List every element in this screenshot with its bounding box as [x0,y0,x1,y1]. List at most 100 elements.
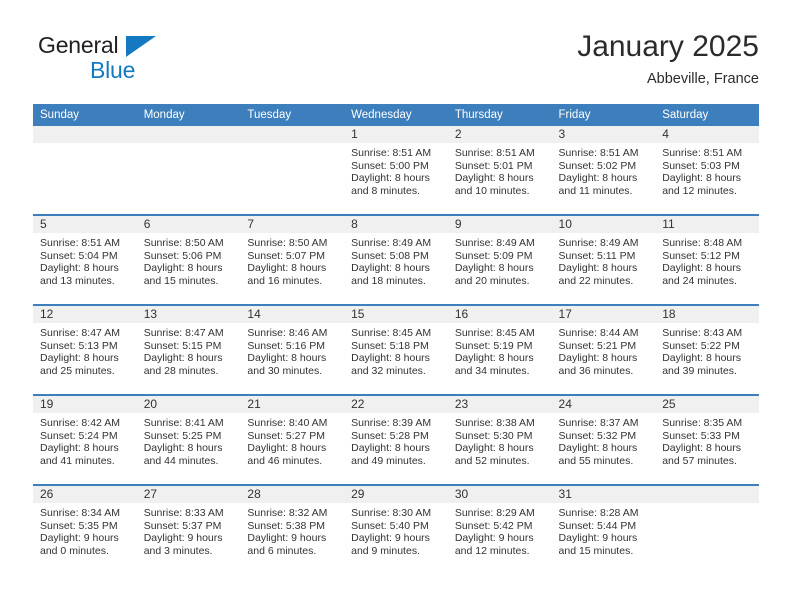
day-detail-line: and 32 minutes. [351,364,426,377]
day-cell-23: 23 Sunrise: 8:38 AM Sunset: 5:30 PM Dayligh… [447,396,552,484]
day-detail-line: Daylight: 9 hours [40,532,119,545]
day-detail-line: Sunset: 5:02 PM [558,159,637,172]
calendar-day-cell: 15 Sunrise: 8:45 AM Sunset: 5:18 PM Dayligh… [344,304,448,395]
day-detail-line: Sunset: 5:13 PM [40,339,118,352]
day-detail-line: Sunrise: 8:42 AM [40,417,120,429]
day-detail-line: and 46 minutes. [247,454,323,467]
day-details: Sunrise: 8:40 AM Sunset: 5:27 PM Daylight:… [240,413,344,467]
day-detail-line: Daylight: 8 hours [662,352,742,365]
day-detail-line: Sunset: 5:44 PM [558,519,637,532]
day-cell-15: 15 Sunrise: 8:45 AM Sunset: 5:18 PM Dayligh… [344,306,448,394]
calendar-day-cell: 11 Sunrise: 8:48 AM Sunset: 5:12 PM Dayligh… [655,214,759,305]
day-cell-7: 7 Sunrise: 8:50 AM Sunset: 5:07 PM Daylight… [240,216,345,304]
calendar-day-cell: 4 Sunrise: 8:51 AM Sunset: 5:03 PM Daylight… [655,126,759,215]
day-detail-line: Sunset: 5:01 PM [454,159,533,172]
calendar-day-cell: 6 Sunrise: 8:50 AM Sunset: 5:06 PM Daylight… [136,214,241,305]
day-cell-30: 30 Sunrise: 8:29 AM Sunset: 5:42 PM Dayligh… [447,486,552,574]
day-details: Sunrise: 8:33 AM Sunset: 5:37 PM Daylight:… [137,503,241,557]
day-detail-line: Daylight: 8 hours [558,352,638,365]
day-detail-line: Sunset: 5:42 PM [454,519,533,532]
day-detail-line: Sunset: 5:27 PM [247,429,326,442]
day-detail-line: Sunset: 5:19 PM [454,339,533,352]
day-number: 14 [240,306,345,323]
day-detail-line: Sunrise: 8:40 AM [247,417,328,429]
day-details: Sunrise: 8:42 AM Sunset: 5:24 PM Daylight:… [33,413,137,467]
day-details: Sunrise: 8:29 AM Sunset: 5:42 PM Daylight:… [448,503,552,557]
weekday-header-thursday: Thursday [447,104,552,126]
day-detail-line: Sunrise: 8:50 AM [143,237,224,249]
calendar-week-row: 1 Sunrise: 8:51 AM Sunset: 5:00 PM Daylight… [33,126,759,215]
day-cell-1: 1 Sunrise: 8:51 AM Sunset: 5:00 PM Daylight… [344,126,448,214]
day-details: Sunrise: 8:34 AM Sunset: 5:35 PM Daylight:… [33,503,137,557]
day-cell-2: 2 Sunrise: 8:51 AM Sunset: 5:01 PM Daylight… [447,126,552,214]
day-detail-line: and 36 minutes. [558,364,634,377]
day-detail-line: and 55 minutes. [558,454,634,467]
day-details: Sunrise: 8:32 AM Sunset: 5:38 PM Daylight:… [240,503,344,557]
day-cell-17: 17 Sunrise: 8:44 AM Sunset: 5:21 PM Dayligh… [551,306,656,394]
day-detail-line: Daylight: 8 hours [247,352,327,365]
weekday-header-friday: Friday [551,104,656,126]
generalblue-logo: General Blue [33,32,233,88]
day-detail-line: Sunrise: 8:51 AM [40,237,120,249]
day-detail-line: Sunrise: 8:41 AM [143,417,224,429]
day-number: 19 [33,396,137,413]
day-detail-line: Sunset: 5:24 PM [40,429,118,442]
weekday-header-sunday: Sunday [33,104,137,126]
day-detail-line: Daylight: 8 hours [662,172,742,185]
day-detail-line: Sunset: 5:16 PM [247,339,326,352]
day-detail-line: Daylight: 8 hours [40,262,119,275]
day-number: 13 [136,306,241,323]
calendar-week-row: 26 Sunrise: 8:34 AM Sunset: 5:35 PM Dayligh… [33,484,759,574]
day-detail-line: Sunset: 5:00 PM [351,159,429,172]
day-detail-line: Sunrise: 8:47 AM [143,327,224,339]
day-detail-line: Sunset: 5:08 PM [351,249,429,262]
day-details: Sunrise: 8:41 AM Sunset: 5:25 PM Daylight:… [137,413,241,467]
day-detail-line: Daylight: 8 hours [662,262,742,275]
day-detail-line: Daylight: 8 hours [40,352,119,365]
calendar-day-cell: 16 Sunrise: 8:45 AM Sunset: 5:19 PM Dayligh… [447,304,552,395]
day-detail-line: Daylight: 8 hours [143,262,223,275]
day-number: 9 [447,216,552,233]
day-detail-line: Sunrise: 8:49 AM [351,237,432,249]
logo-triangle-icon [126,36,156,57]
calendar-day-cell: 24 Sunrise: 8:37 AM Sunset: 5:32 PM Dayligh… [551,394,656,485]
day-cell-8: 8 Sunrise: 8:49 AM Sunset: 5:08 PM Daylight… [344,216,448,304]
day-detail-line: Daylight: 9 hours [247,532,327,545]
day-details [240,143,344,147]
calendar-day-cell: 18 Sunrise: 8:43 AM Sunset: 5:22 PM Dayligh… [655,304,759,395]
calendar-day-cell: 22 Sunrise: 8:39 AM Sunset: 5:28 PM Dayligh… [344,394,448,485]
day-details: Sunrise: 8:51 AM Sunset: 5:00 PM Daylight:… [344,143,448,197]
day-number: 29 [344,486,448,503]
day-detail-line: and 30 minutes. [247,364,323,377]
day-cell-22: 22 Sunrise: 8:39 AM Sunset: 5:28 PM Dayligh… [344,396,448,484]
day-cell-11: 11 Sunrise: 8:48 AM Sunset: 5:12 PM Dayligh… [655,216,759,304]
day-detail-line: Sunset: 5:33 PM [662,429,740,442]
day-detail-line: Sunrise: 8:43 AM [662,327,743,339]
day-detail-line: Sunrise: 8:33 AM [143,507,224,519]
day-number: 8 [344,216,448,233]
day-cell-12: 12 Sunrise: 8:47 AM Sunset: 5:13 PM Dayligh… [33,306,137,394]
day-detail-line: Sunrise: 8:34 AM [40,507,120,519]
calendar-body: 1 Sunrise: 8:51 AM Sunset: 5:00 PM Daylight… [33,126,759,574]
day-detail-line: and 13 minutes. [40,274,115,287]
day-detail-line: Sunset: 5:03 PM [662,159,740,172]
day-detail-line: Daylight: 8 hours [351,172,430,185]
calendar-day-cell: 21 Sunrise: 8:40 AM Sunset: 5:27 PM Dayligh… [240,394,345,485]
day-detail-line: Sunset: 5:18 PM [351,339,429,352]
day-detail-line: and 12 minutes. [454,544,530,557]
day-detail-line: Sunrise: 8:51 AM [454,147,535,159]
day-detail-line: Sunset: 5:04 PM [40,249,118,262]
title-block: January 2025 Abbeville, France [577,28,759,90]
day-details: Sunrise: 8:47 AM Sunset: 5:13 PM Daylight:… [33,323,137,377]
calendar-week-row: 5 Sunrise: 8:51 AM Sunset: 5:04 PM Daylight… [33,214,759,305]
calendar-day-cell: 13 Sunrise: 8:47 AM Sunset: 5:15 PM Dayligh… [136,304,241,395]
day-detail-line: Sunrise: 8:45 AM [454,327,535,339]
day-cell-20: 20 Sunrise: 8:41 AM Sunset: 5:25 PM Dayligh… [136,396,241,484]
calendar-day-cell: 20 Sunrise: 8:41 AM Sunset: 5:25 PM Dayligh… [136,394,241,485]
day-details: Sunrise: 8:50 AM Sunset: 5:06 PM Daylight:… [137,233,241,287]
location-subtitle: Abbeville, France [646,71,759,87]
day-detail-line: Sunrise: 8:38 AM [454,417,535,429]
day-number: 23 [447,396,552,413]
day-detail-line: Daylight: 8 hours [558,442,638,455]
day-number: 28 [240,486,345,503]
